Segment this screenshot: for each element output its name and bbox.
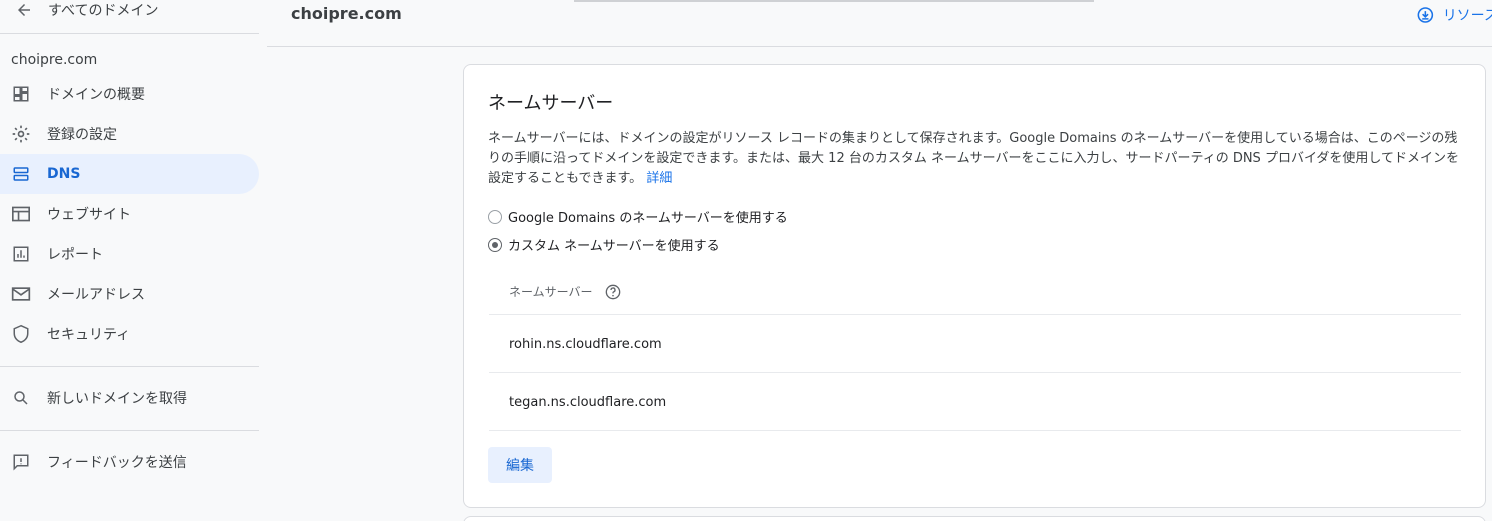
nameserver-column-header: ネームサーバー [509,283,621,300]
back-label: すべてのドメイン [48,2,159,19]
new-domain-label: 新しいドメインを取得 [47,391,187,407]
radio-label: カスタム ネームサーバーを使用する [508,239,720,254]
nameserver-row: rohin.ns.cloudflare.com [509,337,662,352]
divider [0,430,259,431]
column-header-label: ネームサーバー [509,285,593,299]
nameserver-row: tegan.ns.cloudflare.com [509,395,667,410]
next-card [463,516,1486,521]
resource-label: リソース [1442,8,1492,24]
sidebar-item-overview[interactable]: ドメインの概要 [0,74,259,114]
feedback-label: フィードバックを送信 [47,455,187,471]
divider [0,366,259,367]
help-icon[interactable] [605,284,621,300]
sidebar-item-email[interactable]: メールアドレス [0,274,259,314]
sidebar-item-website[interactable]: ウェブサイト [0,194,259,234]
feedback-icon [10,451,32,473]
row-divider [489,314,1461,315]
web-icon [10,203,32,225]
sidebar-item-label: メールアドレス [47,287,145,303]
sidebar-item-label: DNS [47,166,81,182]
mail-icon [10,283,32,305]
send-feedback-link[interactable]: フィードバックを送信 [0,442,259,482]
search-icon [10,387,32,409]
details-link[interactable]: 詳細 [646,171,672,186]
sidebar-item-reports[interactable]: レポート [0,234,259,274]
sidebar-item-label: ウェブサイト [47,207,131,223]
arrow-back-icon [12,0,36,22]
overlay-edge [574,0,1094,2]
edit-button[interactable]: 編集 [488,447,552,483]
card-description: ネームサーバーには、ドメインの設定がリソース レコードの集まりとして保存されます… [488,129,1463,189]
radio-label: Google Domains のネームサーバーを使用する [508,211,788,226]
sidebar-domain-name: choipre.com [11,52,98,68]
back-to-all-domains[interactable]: すべてのドメイン [0,0,267,33]
dns-icon [10,163,32,185]
card-heading: ネームサーバー [488,93,614,114]
radio-button-selected[interactable] [488,237,502,252]
shield-icon [10,323,32,345]
page-title: choipre.com [291,4,402,23]
row-divider [489,430,1461,431]
chart-icon [10,243,32,265]
radio-option-google[interactable]: Google Domains のネームサーバーを使用する [488,207,788,226]
new-domain-link[interactable]: 新しいドメインを取得 [0,378,259,418]
radio-button[interactable] [488,209,502,224]
row-divider [489,372,1461,373]
sidebar-item-label: セキュリティ [47,327,131,343]
sidebar-item-security[interactable]: セキュリティ [0,314,259,354]
sidebar-item-label: レポート [47,247,103,263]
sidebar-item-label: 登録の設定 [47,127,117,143]
radio-option-custom[interactable]: カスタム ネームサーバーを使用する [488,235,720,254]
sidebar: すべてのドメイン choipre.com ドメインの概要 登録の設定 DNS ウ… [0,0,267,521]
top-bar: choipre.com リソース [267,0,1492,47]
sidebar-item-dns[interactable]: DNS [0,154,259,194]
resource-link[interactable]: リソース [1416,4,1492,26]
download-circle-icon [1417,7,1434,23]
sidebar-item-label: ドメインの概要 [47,87,145,103]
sidebar-item-registration[interactable]: 登録の設定 [0,114,259,154]
nameserver-card: ネームサーバー ネームサーバーには、ドメインの設定がリソース レコードの集まりと… [463,64,1486,508]
description-text: ネームサーバーには、ドメインの設定がリソース レコードの集まりとして保存されます… [488,131,1460,186]
dashboard-icon [10,83,32,105]
gear-icon [10,123,32,145]
